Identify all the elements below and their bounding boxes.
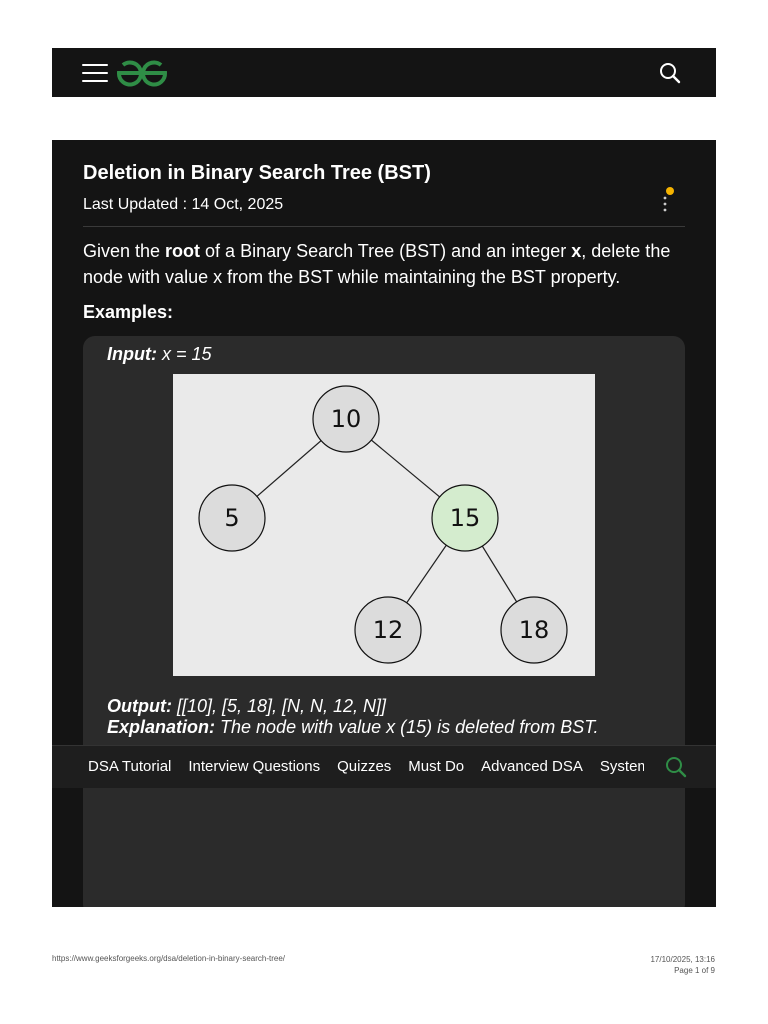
nav-item-dsa-tutorial[interactable]: DSA Tutorial	[88, 746, 171, 788]
examples-heading: Examples:	[83, 302, 174, 322]
footer-meta: 17/10/2025, 13:16 Page 1 of 9	[650, 954, 715, 976]
search-icon[interactable]	[664, 755, 688, 779]
article-card: Deletion in Binary Search Tree (BST) Las…	[52, 140, 716, 907]
article-title: Deletion in Binary Search Tree (BST)	[83, 162, 431, 184]
nav-item-quizzes[interactable]: Quizzes	[337, 746, 391, 788]
tree-node-10: 10	[312, 385, 380, 453]
nav-items: DSA Tutorial Interview Questions Quizzes Mu…	[88, 746, 644, 788]
nav-item-interview-questions[interactable]: Interview Questions	[188, 746, 320, 788]
nav-item-advanced-dsa[interactable]: Advanced DSA	[481, 746, 583, 788]
svg-text:5: 5	[224, 504, 239, 532]
footer-page: Page 1 of 9	[674, 966, 715, 975]
problem-statement: Given the root of a Binary Search Tree (…	[83, 241, 671, 287]
search-icon[interactable]	[658, 61, 682, 85]
svg-text:15: 15	[450, 504, 481, 532]
geeksforgeeks-logo[interactable]	[116, 58, 168, 88]
tree-node-12: 12	[354, 596, 422, 664]
bst-diagram: 10 5 15 12 18	[173, 374, 595, 676]
example-input: Input: x = 15	[107, 344, 212, 364]
footer-datetime: 17/10/2025, 13:16	[650, 955, 715, 964]
hamburger-menu-icon[interactable]	[82, 64, 108, 82]
svg-text:10: 10	[331, 405, 362, 433]
tree-node-18: 18	[500, 596, 568, 664]
example-box: Input: x = 15 10 5 15 12 18 Output: [[10…	[83, 336, 685, 907]
topic-navbar: DSA Tutorial Interview Questions Quizzes Mu…	[52, 745, 716, 788]
more-options-icon[interactable]	[660, 186, 674, 214]
nav-item-must-do[interactable]: Must Do	[408, 746, 464, 788]
footer-url: https://www.geeksforgeeks.org/dsa/deleti…	[52, 954, 285, 963]
title-divider	[83, 226, 685, 227]
tree-node-15: 15	[431, 484, 499, 552]
svg-text:12: 12	[373, 616, 404, 644]
notification-dot	[666, 187, 674, 195]
tree-node-5: 5	[198, 484, 266, 552]
example-explanation: Explanation: The node with value x (15) …	[107, 717, 599, 737]
example-output: Output: [[10], [5, 18], [N, N, 12, N]]	[107, 696, 387, 716]
last-updated: Last Updated : 14 Oct, 2025	[83, 196, 284, 213]
top-header	[52, 48, 716, 97]
svg-text:18: 18	[519, 616, 550, 644]
nav-item-system-design[interactable]: System Design	[600, 746, 644, 788]
